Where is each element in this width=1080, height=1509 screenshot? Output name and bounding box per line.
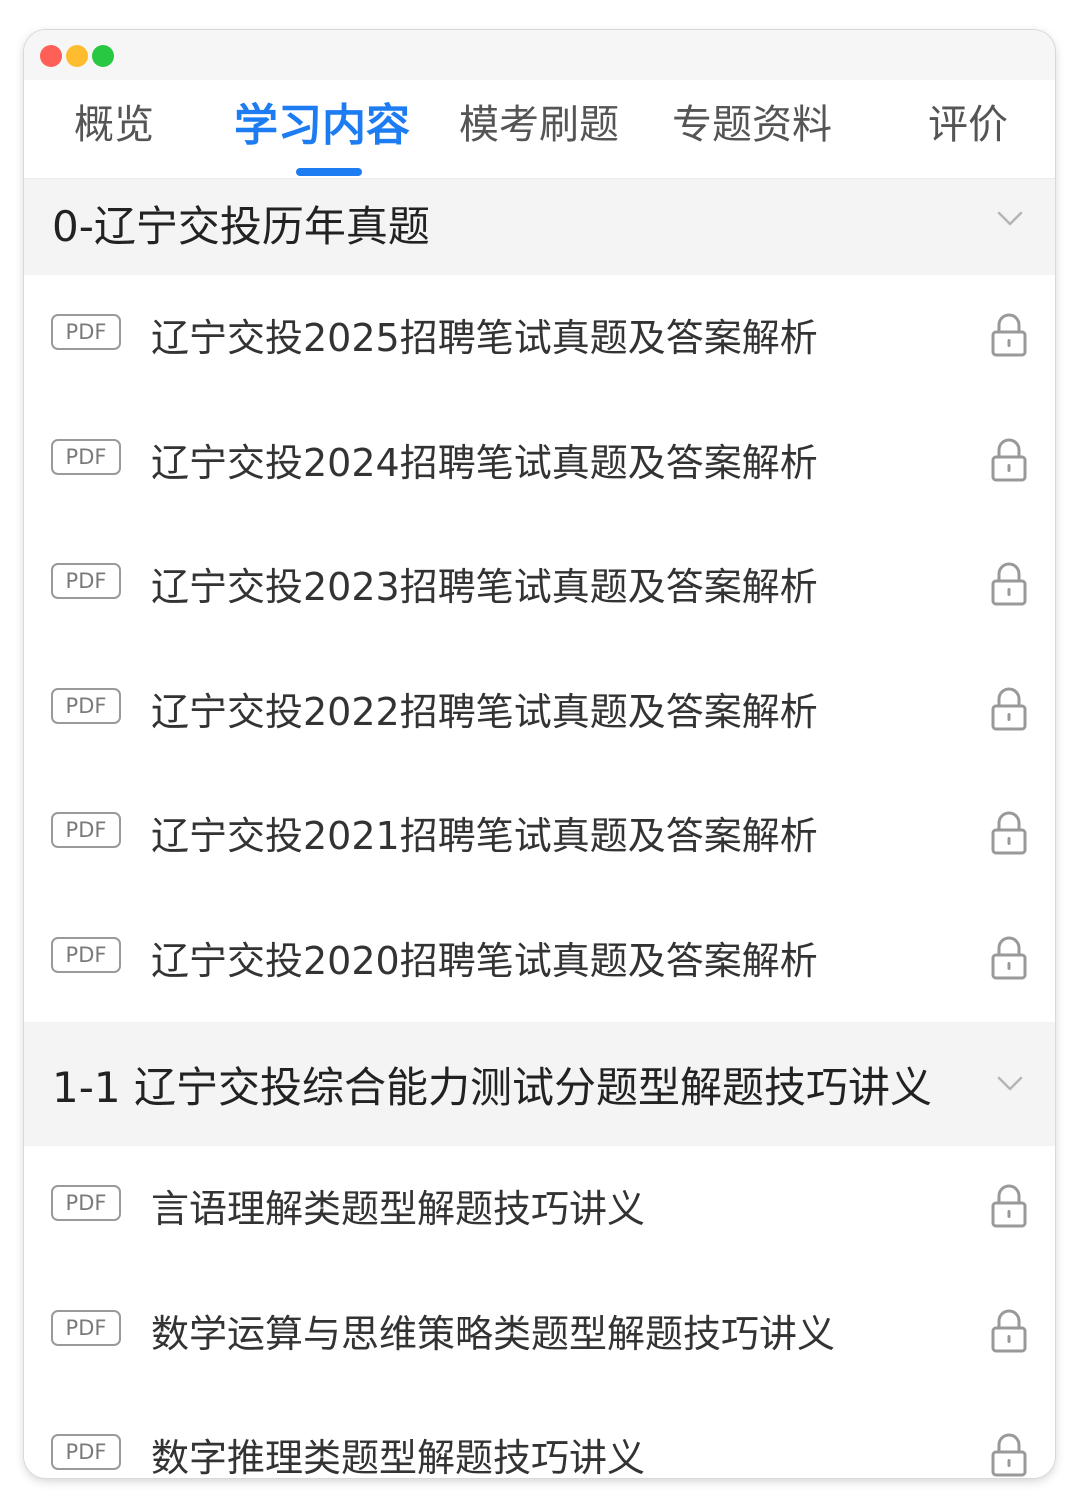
item-title: 数学运算与思维策略类题型解题技巧讲义 — [151, 1311, 836, 1356]
item-title: 数字推理类题型解题技巧讲义 — [151, 1436, 646, 1478]
pdf-badge: PDF — [51, 936, 121, 973]
item-title: 辽宁交投2021招聘笔试真题及答案解析 — [151, 814, 818, 858]
list-item[interactable]: PDF 辽宁交投2020招聘笔试真题及答案解析 — [24, 897, 1055, 1022]
app-window: 概览 学习内容 模考刷题 专题资料 评价 0-辽宁交投历年真题 PDF 辽宁交投… — [24, 30, 1055, 1478]
pdf-badge: PDF — [51, 314, 121, 350]
section-title: 0-辽宁交投历年真题 — [52, 202, 430, 251]
active-tab-indicator — [296, 168, 362, 176]
item-title: 辽宁交投2025招聘笔试真题及答案解析 — [151, 316, 818, 360]
item-title: 言语理解类题型解题技巧讲义 — [151, 1187, 646, 1231]
pdf-badge: PDF — [51, 563, 121, 599]
lock-icon — [991, 562, 1027, 606]
pdf-badge: PDF — [51, 1309, 121, 1346]
list-item[interactable]: PDF 辽宁交投2025招聘笔试真题及答案解析 — [24, 275, 1055, 400]
list-item[interactable]: PDF 辽宁交投2023招聘笔试真题及答案解析 — [24, 524, 1055, 649]
list-item[interactable]: PDF 辽宁交投2021招聘笔试真题及答案解析 — [24, 773, 1055, 898]
close-window-button[interactable] — [40, 45, 62, 67]
section-title: 1-1 辽宁交投综合能力测试分题型解题技巧讲义 — [52, 1063, 932, 1112]
chevron-down-icon[interactable] — [995, 1068, 1025, 1098]
list-item[interactable]: PDF 数学运算与思维策略类题型解题技巧讲义 — [24, 1270, 1055, 1395]
lock-icon — [991, 1309, 1027, 1352]
chevron-down-icon[interactable] — [995, 203, 1025, 233]
lock-icon — [991, 687, 1027, 730]
item-title: 辽宁交投2024招聘笔试真题及答案解析 — [151, 440, 818, 485]
lock-icon — [991, 936, 1027, 979]
list-item[interactable]: PDF 数字推理类题型解题技巧讲义 — [24, 1395, 1055, 1478]
lock-icon — [991, 1184, 1027, 1228]
pdf-badge: PDF — [51, 1434, 121, 1470]
pdf-badge: PDF — [51, 687, 121, 724]
tab-reviews[interactable]: 评价 — [928, 92, 1008, 150]
lock-icon — [991, 1433, 1027, 1477]
tab-mock-exams[interactable]: 模考刷题 — [459, 92, 619, 150]
lock-icon — [991, 438, 1027, 481]
list-item[interactable]: PDF 辽宁交投2022招聘笔试真题及答案解析 — [24, 648, 1055, 773]
section-header[interactable]: 1-1 辽宁交投综合能力测试分题型解题技巧讲义 — [24, 1022, 1055, 1146]
tab-topic-materials[interactable]: 专题资料 — [672, 92, 832, 150]
lock-icon — [991, 811, 1027, 855]
item-title: 辽宁交投2022招聘笔试真题及答案解析 — [151, 689, 818, 734]
tab-study-content[interactable]: 学习内容 — [234, 89, 410, 153]
zoom-window-button[interactable] — [92, 45, 114, 67]
item-title: 辽宁交投2020招聘笔试真题及答案解析 — [151, 938, 818, 983]
list-item[interactable]: PDF 言语理解类题型解题技巧讲义 — [24, 1146, 1055, 1271]
minimize-window-button[interactable] — [66, 45, 88, 67]
pdf-badge: PDF — [51, 438, 121, 475]
tab-bar: 概览 学习内容 模考刷题 专题资料 评价 — [24, 80, 1055, 179]
item-title: 辽宁交投2023招聘笔试真题及答案解析 — [151, 565, 818, 609]
list-item[interactable]: PDF 辽宁交投2024招聘笔试真题及答案解析 — [24, 399, 1055, 524]
section-header[interactable]: 0-辽宁交投历年真题 — [24, 179, 1055, 275]
pdf-badge: PDF — [51, 812, 121, 848]
pdf-badge: PDF — [51, 1185, 121, 1221]
title-bar — [24, 30, 1055, 80]
tab-overview[interactable]: 概览 — [74, 92, 154, 150]
lock-icon — [991, 313, 1027, 357]
